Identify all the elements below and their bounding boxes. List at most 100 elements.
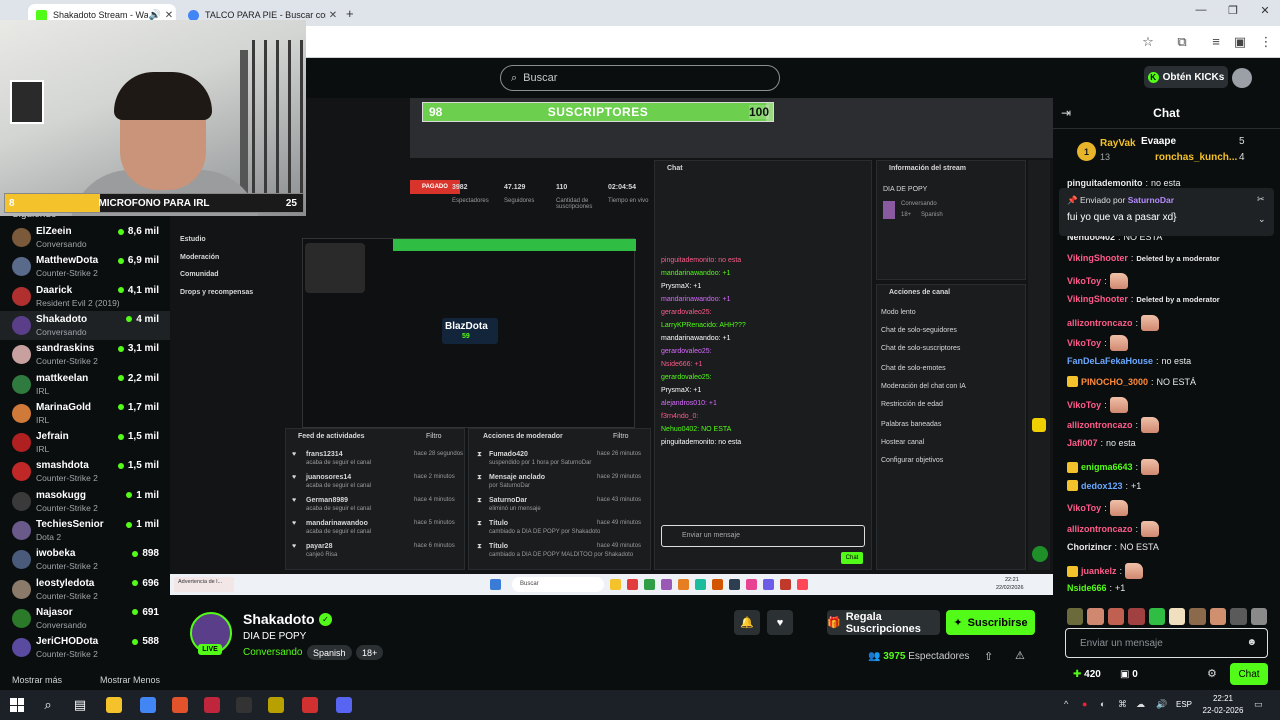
discord-icon[interactable] — [336, 697, 352, 713]
chat-message[interactable]: VikoToy: — [1067, 273, 1128, 289]
emoji-icon[interactable]: ☻ — [1246, 637, 1257, 648]
sidebar-channel-leostyledota[interactable]: leostyledota Counter-Strike 2 696 — [0, 575, 170, 604]
file-explorer-icon[interactable] — [106, 697, 122, 713]
chat-settings-icon[interactable]: ⚙ — [1207, 667, 1217, 680]
star-icon[interactable]: ☆ — [1140, 34, 1156, 50]
tray-record-icon[interactable]: ● — [1082, 699, 1087, 709]
sidebar-channel-jerichodota[interactable]: JeriCHODota Counter-Strike 2 588 — [0, 633, 170, 662]
chat-message[interactable]: juankelz: — [1067, 563, 1144, 579]
chat-username[interactable]: FanDeLaFekaHouse — [1067, 356, 1153, 366]
stream-category[interactable]: Conversando — [243, 647, 302, 658]
tray-app-icon[interactable]: ◐ — [1100, 699, 1105, 709]
chat-username[interactable]: Nside666 — [1067, 583, 1107, 593]
tray-chevron-icon[interactable]: ^ — [1064, 699, 1068, 709]
report-icon[interactable]: ⚠ — [1015, 649, 1025, 662]
sidebar-channel-mattkeelan[interactable]: mattkeelan IRL 2,2 mil — [0, 370, 170, 399]
chat-username[interactable]: VikoToy — [1067, 400, 1101, 410]
leaderboard-top-name[interactable]: RayVak — [1100, 138, 1136, 149]
chat-username[interactable]: PINOCHO_3000 — [1081, 377, 1148, 387]
chat-username[interactable]: VikoToy — [1067, 338, 1101, 348]
sidebar-channel-smashdota[interactable]: smashdota Counter-Strike 2 1,5 mil — [0, 457, 170, 486]
chat-username[interactable]: VikoToy — [1067, 503, 1101, 513]
emote-option-icon[interactable] — [1189, 608, 1206, 625]
sidebar-channel-marinagold[interactable]: MarinaGold IRL 1,7 mil — [0, 399, 170, 428]
chat-message[interactable]: Nside666: +1 — [1067, 583, 1125, 593]
chat-message[interactable]: allizontroncazo: — [1067, 417, 1160, 433]
tray-volume-icon[interactable]: 🔊 — [1156, 699, 1167, 710]
chat-message[interactable]: PINOCHO_3000: NO ESTÁ — [1067, 376, 1196, 387]
minimize-button[interactable]: — — [1186, 4, 1216, 16]
chat-send-button[interactable]: Chat — [1230, 663, 1268, 685]
user-avatar[interactable] — [1232, 68, 1252, 88]
chat-username[interactable]: juankelz — [1081, 566, 1117, 576]
tab-close-icon[interactable]: ✕ — [162, 10, 176, 21]
new-tab-button[interactable]: + — [346, 6, 354, 21]
share-icon[interactable]: ⇧ — [984, 650, 993, 663]
tray-usb-icon[interactable]: ⌘ — [1118, 699, 1127, 710]
sidebar-channel-techiessenior[interactable]: TechiesSenior Dota 2 1 mil — [0, 516, 170, 545]
chrome-icon[interactable] — [140, 697, 156, 713]
app-yellow-icon[interactable] — [268, 697, 284, 713]
sidebar-channel-jefrain[interactable]: Jefrain IRL 1,5 mil — [0, 428, 170, 457]
extensions-icon[interactable]: ⧉ — [1174, 34, 1190, 50]
media-icon[interactable]: ≡ — [1208, 34, 1224, 49]
emote-option-icon[interactable] — [1087, 608, 1104, 625]
show-less-button[interactable]: Mostrar Menos — [100, 675, 160, 685]
show-more-button[interactable]: Mostrar más — [12, 675, 62, 685]
leaderboard-third-name[interactable]: ronchas_kunch... — [1155, 152, 1237, 163]
close-window-button[interactable]: ✕ — [1250, 4, 1280, 17]
notification-icon[interactable]: ▭ — [1254, 699, 1263, 710]
chat-input[interactable]: Enviar un mensaje ☻ — [1065, 628, 1268, 658]
gift-balance[interactable]: ▣ 0 — [1120, 669, 1138, 680]
chat-username[interactable]: allizontroncazo — [1067, 318, 1133, 328]
chat-message[interactable]: allizontroncazo: — [1067, 521, 1160, 537]
chat-username[interactable]: Chorizincr — [1067, 542, 1112, 552]
chat-username[interactable]: VikingShooter — [1067, 294, 1128, 304]
chevron-down-icon[interactable]: ⌄ — [1258, 214, 1266, 225]
emote-option-icon[interactable] — [1148, 608, 1166, 625]
menu-dots-icon[interactable]: ⋮ — [1258, 34, 1274, 50]
voicemod-icon[interactable] — [302, 697, 318, 713]
task-view-icon[interactable]: ▤ — [72, 697, 88, 713]
sidebar-channel-sandraskins[interactable]: sandraskins Counter-Strike 2 3,1 mil — [0, 340, 170, 369]
get-kicks-button[interactable]: K Obtén KICKs — [1144, 66, 1228, 88]
unpin-icon[interactable]: ✂ — [1257, 194, 1265, 205]
chat-username[interactable]: pinguitademonito — [1067, 178, 1143, 188]
emote-option-icon[interactable] — [1250, 608, 1268, 625]
tag-mature[interactable]: 18+ — [356, 645, 384, 660]
emote-option-icon[interactable] — [1128, 608, 1145, 625]
sidebar-channel-matthewdota[interactable]: MatthewDota Counter-Strike 2 6,9 mil — [0, 252, 170, 281]
sidebar-channel-daarick[interactable]: Daarick Resident Evil 2 (2019) 4,1 mil — [0, 282, 170, 311]
brave-icon[interactable] — [172, 697, 188, 713]
clock-time[interactable]: 22:21 — [1203, 694, 1243, 703]
chat-username[interactable]: VikingShooter — [1067, 253, 1128, 263]
tray-cloud-icon[interactable]: ☁ — [1136, 699, 1145, 710]
chat-username[interactable]: dedox123 — [1081, 481, 1123, 491]
chat-message[interactable]: Jafi007: no esta — [1067, 438, 1136, 448]
chat-message[interactable]: VikingShooter: Deleted by a moderator — [1067, 253, 1220, 263]
chat-message[interactable]: Chorizincr: NO ESTA — [1067, 542, 1159, 552]
follow-heart-button[interactable]: ♥ — [767, 610, 793, 635]
chat-username[interactable]: enigma6643 — [1081, 462, 1133, 472]
chat-message[interactable]: enigma6643: — [1067, 459, 1160, 475]
chat-message[interactable]: allizontroncazo: — [1067, 315, 1160, 331]
chat-username[interactable]: Jafi007 — [1067, 438, 1098, 448]
maximize-button[interactable]: ❐ — [1218, 4, 1248, 17]
chat-message[interactable]: VikingShooter: Deleted by a moderator — [1067, 294, 1220, 304]
chat-message[interactable]: dedox123: +1 — [1067, 480, 1141, 491]
chat-username[interactable]: VikoToy — [1067, 276, 1101, 286]
kicks-balance[interactable]: ✚ 420 — [1073, 669, 1101, 680]
channel-name[interactable]: Shakadoto — [243, 611, 315, 627]
notifications-bell-button[interactable]: 🔔 — [734, 610, 760, 635]
windows-start-icon[interactable] — [10, 698, 24, 712]
sidebar-channel-masokugg[interactable]: masokugg Counter-Strike 2 1 mil — [0, 487, 170, 516]
language-indicator[interactable]: ESP — [1176, 700, 1192, 709]
chat-message[interactable]: VikoToy: — [1067, 500, 1128, 516]
chat-username[interactable]: allizontroncazo — [1067, 420, 1133, 430]
sidebar-channel-najasor[interactable]: Najasor Conversando 691 — [0, 604, 170, 633]
emote-option-icon[interactable] — [1209, 608, 1227, 625]
pinned-message[interactable]: 📌 Enviado por SaturnoDar fui yo que va a… — [1059, 188, 1274, 236]
emote-option-icon[interactable] — [1169, 608, 1186, 625]
emote-option-icon[interactable] — [1067, 608, 1084, 625]
subscribe-button[interactable]: ✦ Suscribirse — [946, 610, 1035, 635]
